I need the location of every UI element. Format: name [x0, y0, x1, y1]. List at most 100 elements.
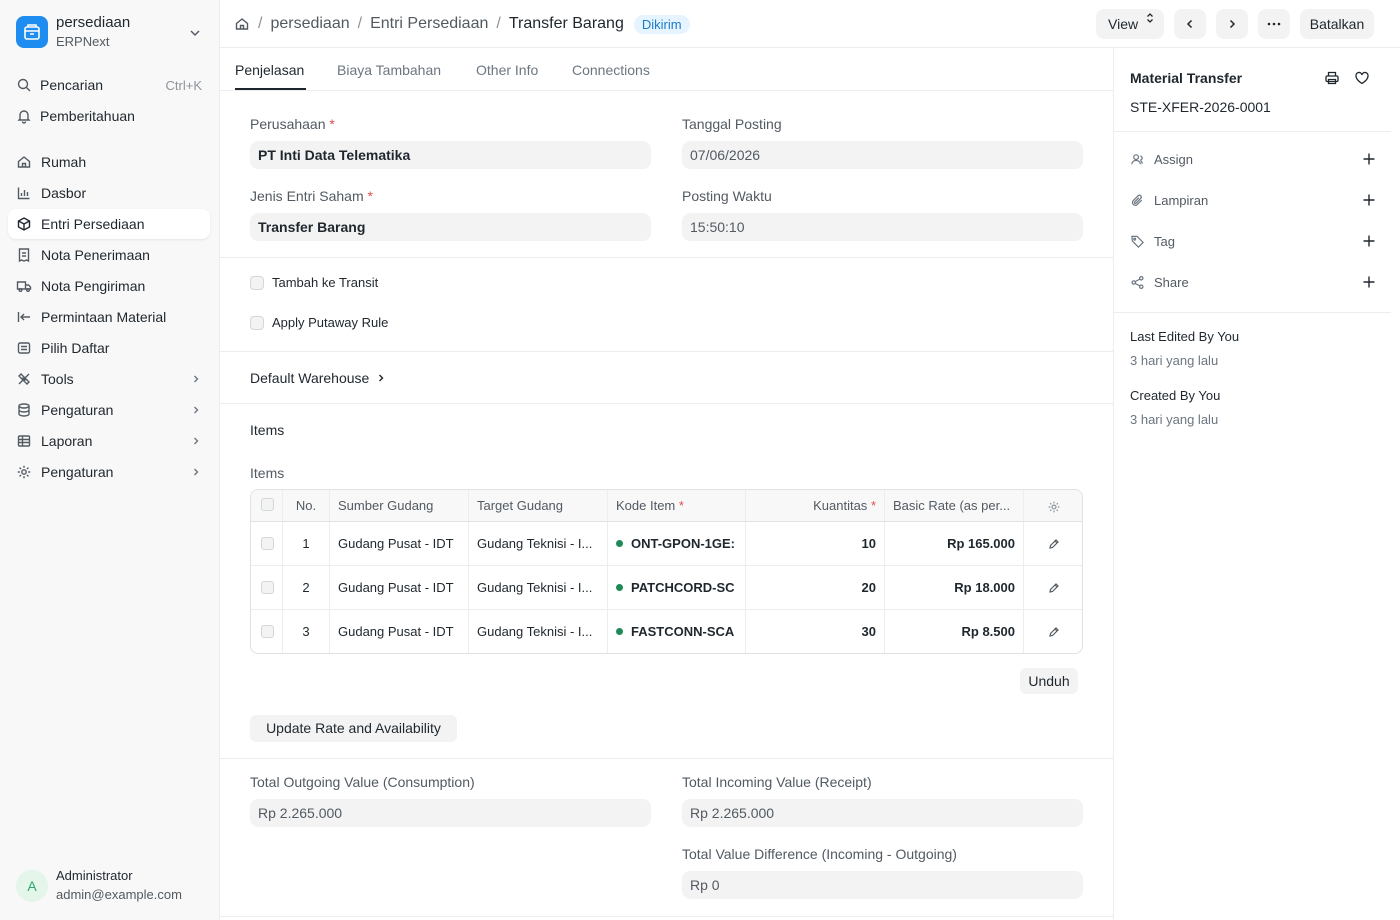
cell-source-warehouse[interactable]: Gudang Pusat - IDT: [330, 610, 469, 653]
cell-qty[interactable]: 10: [746, 522, 885, 565]
more-actions-button[interactable]: [1258, 9, 1290, 39]
sidebar-notifications[interactable]: Pemberitahuan: [8, 101, 210, 131]
status-dot: [616, 584, 623, 592]
view-label: View: [1108, 16, 1139, 32]
sidebar-item-permintaan-material[interactable]: Permintaan Material: [8, 302, 210, 332]
row-checkbox[interactable]: [261, 625, 274, 638]
row-checkbox[interactable]: [261, 581, 274, 594]
table-header: No. Sumber Gudang Target Gudang Kode Ite…: [251, 490, 1082, 522]
plus-icon[interactable]: [1362, 275, 1376, 289]
plus-icon[interactable]: [1362, 234, 1376, 248]
prev-doc-button[interactable]: [1174, 9, 1206, 39]
apply-putaway-label: Apply Putaway Rule: [272, 315, 389, 330]
divider: [220, 403, 1113, 404]
last-edited-value: 3 hari yang lalu: [1130, 353, 1219, 368]
cell-item-code[interactable]: FASTCONN-SCA: [608, 610, 746, 653]
avatar: A: [16, 870, 48, 902]
breadcrumb-link[interactable]: Entri Persediaan: [370, 15, 488, 33]
column-header-rate: Basic Rate (as per...: [885, 490, 1024, 521]
cell-source-warehouse[interactable]: Gudang Pusat - IDT: [330, 566, 469, 609]
cell-qty[interactable]: 30: [746, 610, 885, 653]
sidebar-item-rumah[interactable]: Rumah: [8, 147, 210, 177]
row-checkbox[interactable]: [261, 537, 274, 550]
table-row[interactable]: 2 Gudang Pusat - IDT Gudang Teknisi - I.…: [251, 566, 1082, 610]
sidebar-item-pilih-daftar[interactable]: Pilih Daftar: [8, 333, 210, 363]
cell-qty[interactable]: 20: [746, 566, 885, 609]
sidebar-item-pengaturan[interactable]: Pengaturan: [8, 457, 210, 487]
column-header-qty: Kuantitas *: [746, 490, 885, 521]
cell-target-warehouse[interactable]: Gudang Teknisi - I...: [469, 566, 608, 609]
sidebar-item-laporan[interactable]: Laporan: [8, 426, 210, 456]
header-select-cell: [251, 490, 283, 521]
bell-icon: [17, 110, 31, 124]
cell-item-code[interactable]: ONT-GPON-1GE:: [608, 522, 746, 565]
heart-icon[interactable]: [1354, 70, 1370, 86]
default-warehouse-section-toggle[interactable]: Default Warehouse: [250, 370, 386, 386]
divider: [220, 758, 1113, 759]
user-menu[interactable]: A Administrator admin@example.com: [16, 866, 212, 906]
tab-other-info[interactable]: Other Info: [476, 62, 538, 78]
gear-icon[interactable]: [1047, 500, 1061, 514]
tags-action[interactable]: Tag: [1130, 232, 1376, 252]
breadcrumb-link[interactable]: persediaan: [270, 15, 349, 33]
cell-rate[interactable]: Rp 18.000: [885, 566, 1024, 609]
tab-penjelasan[interactable]: Penjelasan: [235, 62, 304, 78]
sidebar-search[interactable]: Pencarian Ctrl+K: [8, 70, 210, 100]
view-button[interactable]: View: [1096, 9, 1164, 39]
sidebar-item-dasbor[interactable]: Dasbor: [8, 178, 210, 208]
edit-pencil-icon[interactable]: [1048, 582, 1060, 594]
company-field[interactable]: PT Inti Data Telematika: [250, 141, 651, 169]
edit-pencil-icon[interactable]: [1048, 626, 1060, 638]
cell-item-code[interactable]: PATCHCORD-SC: [608, 566, 746, 609]
status-dot: [616, 628, 623, 636]
home-icon[interactable]: [234, 16, 250, 32]
table-row[interactable]: 1 Gudang Pusat - IDT Gudang Teknisi - I.…: [251, 522, 1082, 566]
truck-icon: [16, 281, 32, 292]
cell-target-warehouse[interactable]: Gudang Teknisi - I...: [469, 522, 608, 565]
cell-rate[interactable]: Rp 8.500: [885, 610, 1024, 653]
attachments-action[interactable]: Lampiran: [1130, 191, 1376, 211]
cell-source-warehouse[interactable]: Gudang Pusat - IDT: [330, 522, 469, 565]
add-to-transit-checkbox[interactable]: [250, 276, 264, 290]
download-button[interactable]: Unduh: [1020, 668, 1078, 694]
divider: [220, 351, 1113, 352]
update-rate-button[interactable]: Update Rate and Availability: [250, 715, 457, 742]
sidebar-item-entri-persediaan[interactable]: Entri Persediaan: [8, 209, 210, 239]
posting-date-field[interactable]: 07/06/2026: [682, 141, 1083, 169]
cancel-button[interactable]: Batalkan: [1300, 9, 1374, 39]
table-row[interactable]: 3 Gudang Pusat - IDT Gudang Teknisi - I.…: [251, 610, 1082, 653]
sidebar-item-nota-penerimaan[interactable]: Nota Penerimaan: [8, 240, 210, 270]
posting-date-label: Tanggal Posting: [682, 116, 782, 132]
apply-putaway-checkbox[interactable]: [250, 316, 264, 330]
sidebar-item-tools[interactable]: Tools: [8, 364, 210, 394]
sidebar: persediaan ERPNext Pencarian Ctrl+K Pemb…: [0, 0, 220, 920]
plus-icon[interactable]: [1362, 193, 1376, 207]
entry-type-field[interactable]: Transfer Barang: [250, 213, 651, 241]
form-body: Perusahaan * PT Inti Data Telematika Tan…: [220, 91, 1113, 920]
assign-action[interactable]: Assign: [1130, 150, 1376, 170]
tab-connections[interactable]: Connections: [572, 62, 650, 78]
row-select-cell: [251, 522, 283, 565]
select-all-checkbox[interactable]: [261, 498, 274, 511]
items-section-title: Items: [250, 422, 285, 438]
user-name: Administrator: [56, 868, 133, 883]
share-action[interactable]: Share: [1130, 273, 1376, 293]
workspace-switcher[interactable]: persediaan ERPNext: [16, 14, 206, 54]
print-icon[interactable]: [1324, 70, 1340, 86]
cell-rate[interactable]: Rp 165.000: [885, 522, 1024, 565]
sidebar-item-nota-pengiriman[interactable]: Nota Pengiriman: [8, 271, 210, 301]
posting-time-field[interactable]: 15:50:10: [682, 213, 1083, 241]
status-dot: [616, 540, 623, 548]
search-label: Pencarian: [40, 77, 104, 93]
database-icon: [18, 403, 30, 417]
breadcrumb-separator: /: [496, 15, 501, 32]
share-icon: [1131, 275, 1144, 290]
plus-icon[interactable]: [1362, 152, 1376, 166]
add-to-transit-label: Tambah ke Transit: [272, 275, 379, 290]
tab-biaya-tambahan[interactable]: Biaya Tambahan: [337, 62, 441, 78]
next-doc-button[interactable]: [1216, 9, 1248, 39]
sidebar-item-pengaturan-data[interactable]: Pengaturan: [8, 395, 210, 425]
edit-pencil-icon[interactable]: [1048, 538, 1060, 550]
chevron-left-icon: [1186, 19, 1193, 29]
cell-target-warehouse[interactable]: Gudang Teknisi - I...: [469, 610, 608, 653]
